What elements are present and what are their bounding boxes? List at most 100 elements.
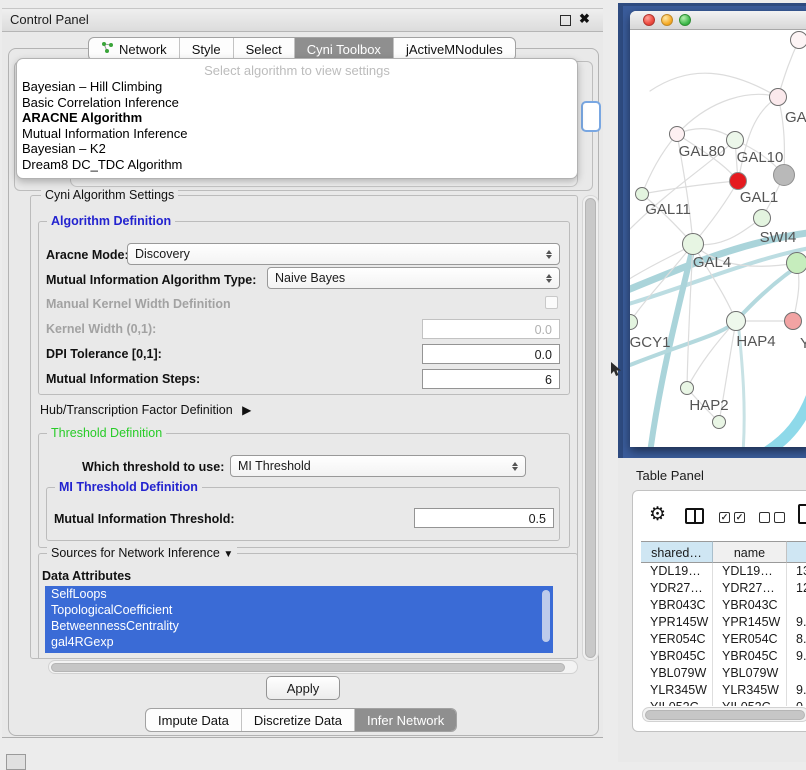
data-attributes-list[interactable]: SelfLoops TopologicalCoefficient Between…: [45, 586, 553, 653]
algorithm-item-bayesian-hill-climbing[interactable]: Bayesian – Hill Climbing: [17, 79, 577, 95]
network-node-bottom[interactable]: [712, 415, 726, 429]
table-cell[interactable]: 9.: [787, 648, 806, 665]
algorithm-item-aracne[interactable]: ARACNE Algorithm: [17, 110, 577, 126]
table-cell[interactable]: YBR045C: [713, 648, 787, 665]
table-horizontal-scrollbar[interactable]: [642, 707, 806, 722]
network-node-hap2[interactable]: [680, 381, 694, 395]
manual-kernel-width-checkbox[interactable]: [545, 296, 558, 309]
hub-definition-expander[interactable]: Hub/Transcription Factor Definition ▶: [40, 403, 251, 417]
kernel-width-input[interactable]: 0.0: [422, 319, 560, 339]
table-cell[interactable]: YER054C: [713, 631, 787, 648]
table-hscrollbar-thumb[interactable]: [645, 710, 805, 720]
table-row[interactable]: YER054CYER054C8.: [641, 631, 806, 648]
table-cell[interactable]: YBR043C: [641, 597, 713, 614]
table-cell[interactable]: YDL19…: [641, 563, 713, 580]
table-cell[interactable]: YLR345W: [641, 682, 713, 699]
document-icon[interactable]: [798, 504, 806, 524]
settings-vertical-scrollbar[interactable]: [582, 195, 599, 661]
column-header-name[interactable]: name: [713, 541, 787, 563]
column-header-partial[interactable]: [787, 541, 806, 563]
table-cell[interactable]: YBL079W: [641, 665, 713, 682]
unchecked-checkbox-icon[interactable]: [759, 512, 770, 523]
column-header-shared-name[interactable]: shared…: [641, 541, 713, 563]
network-node-gal10[interactable]: [726, 131, 744, 149]
apply-button[interactable]: Apply: [266, 676, 340, 700]
attribute-item-gal4rgexp[interactable]: gal4RGexp: [45, 634, 553, 650]
table-cell[interactable]: YLR345W: [713, 682, 787, 699]
network-node-swi4[interactable]: [753, 209, 771, 227]
table-cell[interactable]: YDR27…: [641, 580, 713, 597]
table-row[interactable]: YBR043CYBR043C: [641, 597, 806, 614]
network-node-right-green[interactable]: [786, 252, 806, 274]
network-node-top-right[interactable]: [790, 31, 806, 49]
table-cell[interactable]: YBL079W: [713, 665, 787, 682]
settings-horizontal-scrollbar[interactable]: [48, 660, 578, 674]
mi-threshold-input[interactable]: 0.5: [414, 508, 554, 528]
algorithm-item-mutual-information[interactable]: Mutual Information Inference: [17, 126, 577, 142]
network-node-gal4[interactable]: [682, 233, 704, 255]
attribute-item-betweennesscentrality[interactable]: BetweennessCentrality: [45, 618, 553, 634]
unchecked-checkbox-icon[interactable]: [774, 512, 785, 523]
table-cell[interactable]: 0: [787, 699, 806, 706]
table-row[interactable]: YDL19…YDL19…13: [641, 563, 806, 580]
which-threshold-combo[interactable]: MI Threshold: [230, 455, 526, 477]
tab-discretize-data[interactable]: Discretize Data: [241, 709, 354, 731]
network-node-gal[interactable]: [769, 88, 787, 106]
table-row[interactable]: YLR345WYLR345W9.: [641, 682, 806, 699]
checked-checkbox-icon[interactable]: ✓: [734, 512, 745, 523]
float-window-icon[interactable]: [560, 15, 571, 26]
table-cell[interactable]: 12: [787, 580, 806, 597]
network-node-hap4[interactable]: [726, 311, 746, 331]
table-row[interactable]: YDR27…YDR27…12: [641, 580, 806, 597]
minimize-traffic-light[interactable]: [661, 14, 673, 26]
table-cell[interactable]: YPR145W: [641, 614, 713, 631]
network-node-gal80[interactable]: [669, 126, 685, 142]
horizontal-scrollbar-thumb[interactable]: [51, 663, 565, 672]
control-panel-titlebar[interactable]: Control Panel ✖: [2, 9, 603, 32]
tab-network[interactable]: Network: [89, 38, 179, 60]
table-cell[interactable]: YBR043C: [713, 597, 787, 614]
focused-combo-fragment[interactable]: [581, 101, 601, 132]
table-row[interactable]: YIL052CYIL052C0: [641, 699, 806, 706]
table-cell[interactable]: YER054C: [641, 631, 713, 648]
table-row[interactable]: YBR045CYBR045C9.: [641, 648, 806, 665]
list-scrollbar-thumb[interactable]: [542, 590, 550, 642]
network-window-titlebar[interactable]: [630, 11, 806, 30]
table-cell[interactable]: YDL19…: [713, 563, 787, 580]
tab-jactivemnodules[interactable]: jActiveMNodules: [393, 38, 515, 60]
split-columns-icon[interactable]: [685, 508, 704, 524]
network-canvas[interactable]: GAL80 GAL10 GAL1 GAL11 SWI4 GAL4 GCY1 HA…: [630, 29, 806, 447]
table-cell[interactable]: 8.: [787, 631, 806, 648]
tab-style[interactable]: Style: [179, 38, 233, 60]
dpi-tolerance-input[interactable]: 0.0: [422, 344, 560, 364]
zoom-traffic-light[interactable]: [679, 14, 691, 26]
tab-infer-network[interactable]: Infer Network: [354, 709, 456, 731]
tab-impute-data[interactable]: Impute Data: [146, 709, 241, 731]
table-cell[interactable]: YIL052C: [641, 699, 713, 706]
tab-select[interactable]: Select: [233, 38, 294, 60]
resize-grip[interactable]: [6, 754, 26, 770]
vertical-scrollbar-thumb[interactable]: [585, 198, 596, 658]
gear-icon[interactable]: ⚙: [649, 505, 666, 524]
sources-legend[interactable]: Sources for Network Inference ▼: [47, 546, 237, 560]
table-cell[interactable]: [787, 665, 806, 682]
table-row[interactable]: YPR145WYPR145W9.: [641, 614, 806, 631]
table-row[interactable]: YBL079WYBL079W: [641, 665, 806, 682]
table-cell[interactable]: YBR045C: [641, 648, 713, 665]
network-node-gal1-selected[interactable]: [729, 172, 747, 190]
table-cell[interactable]: YIL052C: [713, 699, 787, 706]
network-node-gal11[interactable]: [635, 187, 649, 201]
table-cell[interactable]: [787, 597, 806, 614]
checked-checkbox-icon[interactable]: ✓: [719, 512, 730, 523]
network-node-gray[interactable]: [773, 164, 795, 186]
mi-algorithm-type-combo[interactable]: Naive Bayes: [267, 267, 560, 289]
table-cell[interactable]: YPR145W: [713, 614, 787, 631]
algorithm-item-basic-correlation[interactable]: Basic Correlation Inference: [17, 95, 577, 111]
close-traffic-light[interactable]: [643, 14, 655, 26]
mi-steps-input[interactable]: 6: [422, 369, 560, 389]
table-cell[interactable]: 13: [787, 563, 806, 580]
network-node-pink[interactable]: [784, 312, 802, 330]
aracne-mode-combo[interactable]: Discovery: [127, 243, 560, 265]
algorithm-item-bayesian-k2[interactable]: Bayesian – K2: [17, 141, 577, 157]
algorithm-item-dream8[interactable]: Dream8 DC_TDC Algorithm: [17, 157, 577, 173]
